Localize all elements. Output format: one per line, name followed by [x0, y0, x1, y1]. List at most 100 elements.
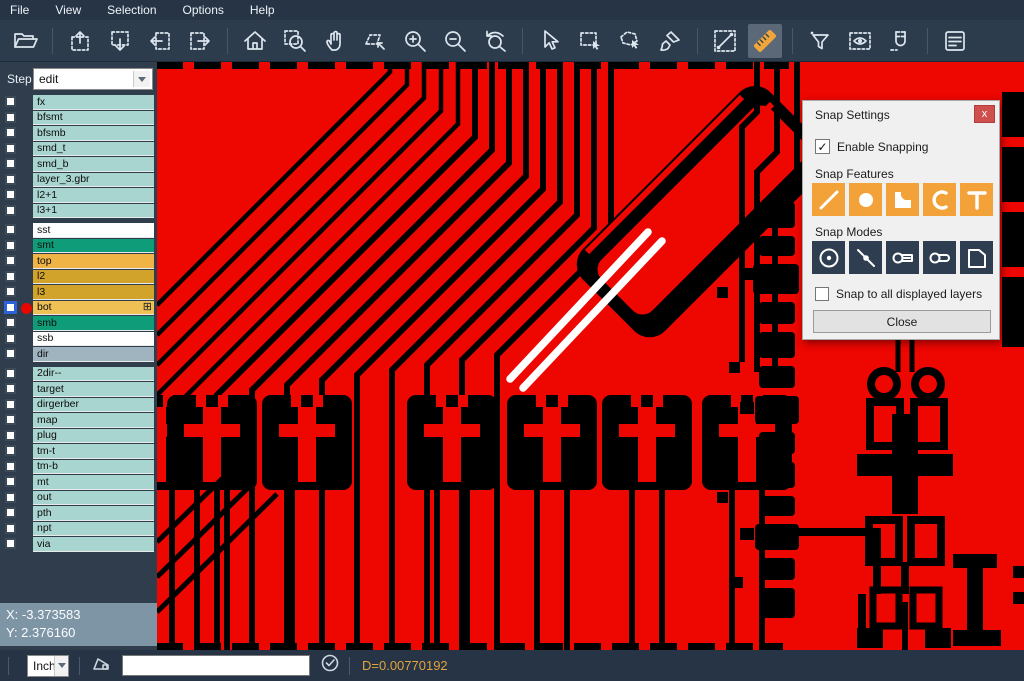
layer-label[interactable]: l2+1 [33, 188, 154, 203]
layer-label[interactable]: dirgerber [33, 398, 154, 413]
pan-left-icon[interactable] [143, 24, 177, 58]
snap-surface-icon[interactable] [886, 183, 919, 216]
snap-center-icon[interactable] [812, 241, 845, 274]
close-icon[interactable]: x [974, 105, 995, 123]
menu-file[interactable]: File [10, 3, 29, 17]
step-dropdown[interactable]: edit [33, 68, 153, 90]
layer-row[interactable]: 2dir-- [0, 367, 157, 382]
layer-visibility-checkbox[interactable] [5, 368, 16, 379]
layer-visibility-checkbox[interactable] [5, 96, 16, 107]
layer-visibility-checkbox[interactable] [5, 112, 16, 123]
layer-label[interactable]: top [33, 254, 154, 269]
zoom-window-icon[interactable] [278, 24, 312, 58]
layer-row[interactable]: fx [0, 95, 157, 110]
layer-visibility-checkbox[interactable] [5, 143, 16, 154]
layer-row[interactable]: target [0, 382, 157, 397]
menu-view[interactable]: View [55, 3, 81, 17]
layer-row[interactable]: dir [0, 347, 157, 362]
chevron-down-icon[interactable] [54, 656, 68, 676]
layer-row[interactable]: via [0, 537, 157, 552]
zoom-previous-icon[interactable] [478, 24, 512, 58]
layer-label[interactable]: smb [33, 316, 154, 331]
snap-nearest-icon[interactable] [849, 241, 882, 274]
layer-row[interactable]: pth [0, 506, 157, 521]
layer-visibility-checkbox[interactable] [5, 271, 16, 282]
layer-label[interactable]: l2 [33, 270, 154, 285]
snap-contour-icon[interactable] [960, 241, 993, 274]
measure-line-icon[interactable] [708, 24, 742, 58]
layer-row[interactable]: top [0, 254, 157, 269]
layer-label[interactable]: bfsmb [33, 126, 154, 141]
zoom-out-icon[interactable] [438, 24, 472, 58]
layer-row[interactable]: dirgerber [0, 398, 157, 413]
layer-row[interactable]: tm-t [0, 444, 157, 459]
select-rectangle-icon[interactable] [573, 24, 607, 58]
layer-row[interactable]: l2+1 [0, 188, 157, 203]
menu-help[interactable]: Help [250, 3, 275, 17]
layer-row[interactable]: layer_3.gbr [0, 173, 157, 188]
layer-row[interactable]: sst [0, 223, 157, 238]
layer-label[interactable]: tm-t [33, 444, 154, 459]
layer-visibility-checkbox[interactable] [5, 174, 16, 185]
snap-circle-icon[interactable] [849, 183, 882, 216]
units-dropdown[interactable]: Inch [27, 655, 69, 677]
snap-magnet-icon[interactable] [883, 24, 917, 58]
snap-key-closed-icon[interactable] [886, 241, 919, 274]
layer-visibility-checkbox[interactable] [5, 158, 16, 169]
layer-label[interactable]: target [33, 382, 154, 397]
layer-label[interactable]: l3 [33, 285, 154, 300]
layer-label[interactable]: pth [33, 506, 154, 521]
layer-label[interactable]: 2dir-- [33, 367, 154, 382]
brush-icon[interactable] [653, 24, 687, 58]
grid-icon[interactable]: ⊞ [143, 302, 152, 313]
layer-visibility-checkbox[interactable] [5, 255, 16, 266]
angle-measure-icon[interactable] [90, 652, 112, 679]
layer-row[interactable]: bfsmb [0, 126, 157, 141]
snap-key-open-icon[interactable] [923, 241, 956, 274]
layer-visibility-checkbox[interactable] [5, 333, 16, 344]
menu-options[interactable]: Options [183, 3, 224, 17]
layer-visibility-checkbox[interactable] [5, 317, 16, 328]
snap-line-icon[interactable] [812, 183, 845, 216]
layer-label[interactable]: smd_t [33, 142, 154, 157]
enable-snapping-checkbox[interactable]: ✓ [815, 139, 830, 154]
snap-text-icon[interactable] [960, 183, 993, 216]
layer-label[interactable]: out [33, 491, 154, 506]
chevron-down-icon[interactable] [133, 71, 150, 87]
filter-icon[interactable] [803, 24, 837, 58]
apply-check-icon[interactable] [320, 653, 340, 678]
layer-row-active[interactable]: bot⊞ [0, 301, 157, 316]
layer-label[interactable]: sst [33, 223, 154, 238]
layer-label[interactable]: fx [33, 95, 154, 110]
snap-all-layers-checkbox[interactable] [815, 287, 829, 301]
open-folder-icon[interactable] [8, 24, 42, 58]
layer-row[interactable]: out [0, 491, 157, 506]
quick-command-input[interactable] [122, 655, 310, 676]
layer-row[interactable]: plug [0, 429, 157, 444]
layer-label[interactable]: ssb [33, 332, 154, 347]
layer-label[interactable]: map [33, 413, 154, 428]
layer-visibility-checkbox[interactable] [5, 492, 16, 503]
layer-label[interactable]: l3+1 [33, 204, 154, 219]
select-polygon-icon[interactable] [613, 24, 647, 58]
pan-hand-icon[interactable] [318, 24, 352, 58]
layer-row[interactable]: l3 [0, 285, 157, 300]
layer-row[interactable]: ssb [0, 332, 157, 347]
layer-row[interactable]: smd_t [0, 142, 157, 157]
layer-label[interactable]: via [33, 537, 154, 552]
layer-visibility-checkbox[interactable] [5, 523, 16, 534]
pan-down-icon[interactable] [103, 24, 137, 58]
layer-visibility-checkbox[interactable] [5, 383, 16, 394]
layer-row[interactable]: tm-b [0, 460, 157, 475]
menu-selection[interactable]: Selection [107, 3, 156, 17]
layer-visibility-checkbox[interactable] [5, 348, 16, 359]
layer-label[interactable]: bot [33, 301, 154, 316]
close-button[interactable]: Close [813, 310, 991, 333]
layer-row[interactable]: l2 [0, 270, 157, 285]
zoom-in-icon[interactable] [398, 24, 432, 58]
layer-visibility-checkbox[interactable] [5, 507, 16, 518]
layer-row[interactable]: smt [0, 239, 157, 254]
layer-label[interactable]: plug [33, 429, 154, 444]
layer-visibility-checkbox[interactable] [5, 240, 16, 251]
layer-label[interactable]: npt [33, 522, 154, 537]
